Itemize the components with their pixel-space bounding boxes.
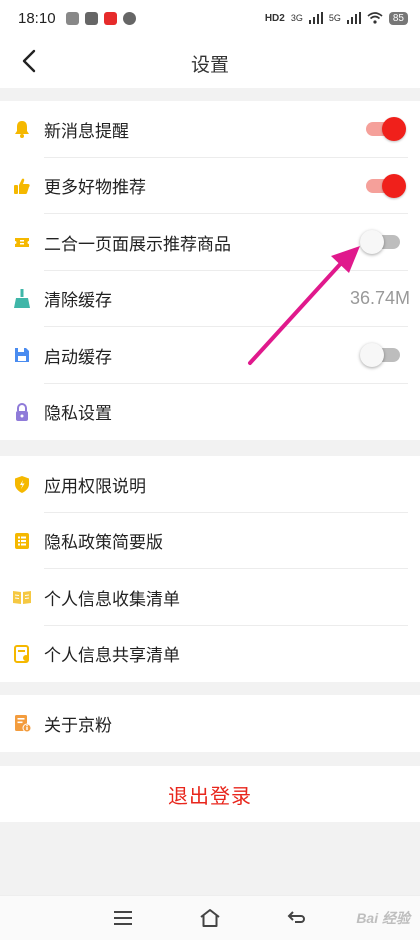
book-icon: [0, 587, 44, 607]
row-label: 关于京粉: [44, 715, 112, 736]
status-indicators: HD2 3G 5G 85: [264, 11, 408, 25]
broom-icon: [0, 288, 44, 310]
row-privacy-settings[interactable]: 隐私设置: [0, 384, 420, 441]
toggle-knob: [382, 173, 406, 198]
row-startup-cache[interactable]: 启动缓存: [0, 327, 420, 384]
message-notification-icon: [122, 11, 136, 25]
row-label: 个人信息共享清单: [44, 646, 180, 667]
menu-icon: [114, 911, 133, 925]
row-label: 更多好物推荐: [44, 178, 146, 199]
lock-icon: [0, 402, 44, 422]
signal-bars-icon: [308, 12, 323, 24]
recommendations-toggle[interactable]: [366, 173, 406, 198]
home-nav-button[interactable]: [195, 903, 225, 933]
row-about-jingfen[interactable]: 关于京粉: [0, 695, 420, 752]
row-label: 新消息提醒: [44, 121, 129, 142]
row-label: 启动缓存: [44, 347, 112, 368]
startup-cache-toggle[interactable]: [360, 343, 400, 368]
status-time: 18:10: [18, 9, 56, 27]
home-icon: [200, 909, 220, 927]
shield-icon: [0, 474, 44, 494]
row-label: 隐私设置: [44, 404, 112, 425]
row-two-in-one-page[interactable]: 二合一页面展示推荐商品: [0, 214, 420, 271]
two-in-one-toggle[interactable]: [360, 230, 400, 255]
signal-5g-label: 5G: [328, 13, 341, 23]
share-doc-icon: [0, 644, 44, 664]
settings-section-general: 新消息提醒 更多好物推荐 二合一页面展示推荐商品 清除缓存 36.74M 启动缓…: [0, 101, 420, 440]
back-arrow-icon: [287, 911, 305, 923]
watermark: Bai 经验: [356, 910, 410, 926]
battery-indicator: 85: [388, 11, 408, 25]
settings-section-privacy-docs: 应用权限说明 隐私政策简要版 个人信息收集清单 个人信息共享清单: [0, 456, 420, 682]
row-clear-cache[interactable]: 清除缓存 36.74M: [0, 271, 420, 327]
new-message-toggle[interactable]: [366, 117, 406, 142]
cache-size-value: 36.74M: [349, 288, 410, 309]
app-header: 设置: [0, 36, 420, 88]
app-notification-icon: [84, 11, 98, 25]
status-bar: 18:10 HD2 3G 5G 85: [0, 0, 420, 36]
row-new-message-notification[interactable]: 新消息提醒: [0, 101, 420, 158]
back-nav-button[interactable]: [282, 903, 312, 933]
row-label: 二合一页面展示推荐商品: [44, 234, 231, 255]
toggle-knob: [382, 117, 406, 142]
logout-button[interactable]: 退出登录: [0, 766, 420, 822]
row-more-recommendations[interactable]: 更多好物推荐: [0, 158, 420, 214]
page-title: 设置: [190, 54, 229, 76]
row-privacy-policy-brief[interactable]: 隐私政策简要版: [0, 513, 420, 569]
save-icon: [0, 345, 44, 365]
row-label: 清除缓存: [44, 291, 112, 312]
row-personal-info-sharing[interactable]: 个人信息共享清单: [0, 626, 420, 683]
gallery-notification-icon: [65, 11, 79, 25]
toggle-knob: [360, 230, 384, 255]
jd-notification-icon: [103, 11, 117, 25]
signal-3g-label: 3G: [290, 13, 303, 23]
thumbs-up-icon: [0, 176, 44, 196]
row-label: 个人信息收集清单: [44, 589, 180, 610]
menu-nav-button[interactable]: [108, 903, 138, 933]
signal-bars-5g-icon: [346, 12, 361, 24]
wifi-icon: [367, 12, 383, 24]
logout-label: 退出登录: [168, 783, 252, 808]
list-icon: [0, 531, 44, 551]
hd-indicator: HD2: [264, 12, 285, 24]
settings-section-about: 关于京粉: [0, 695, 420, 752]
ticket-icon: [0, 232, 44, 252]
row-label: 隐私政策简要版: [44, 533, 163, 554]
row-personal-info-collection[interactable]: 个人信息收集清单: [0, 569, 420, 626]
info-doc-icon: [0, 713, 44, 733]
row-app-permissions[interactable]: 应用权限说明: [0, 456, 420, 513]
bell-icon: [0, 119, 44, 139]
toggle-knob: [360, 343, 384, 368]
row-label: 应用权限说明: [44, 476, 146, 497]
